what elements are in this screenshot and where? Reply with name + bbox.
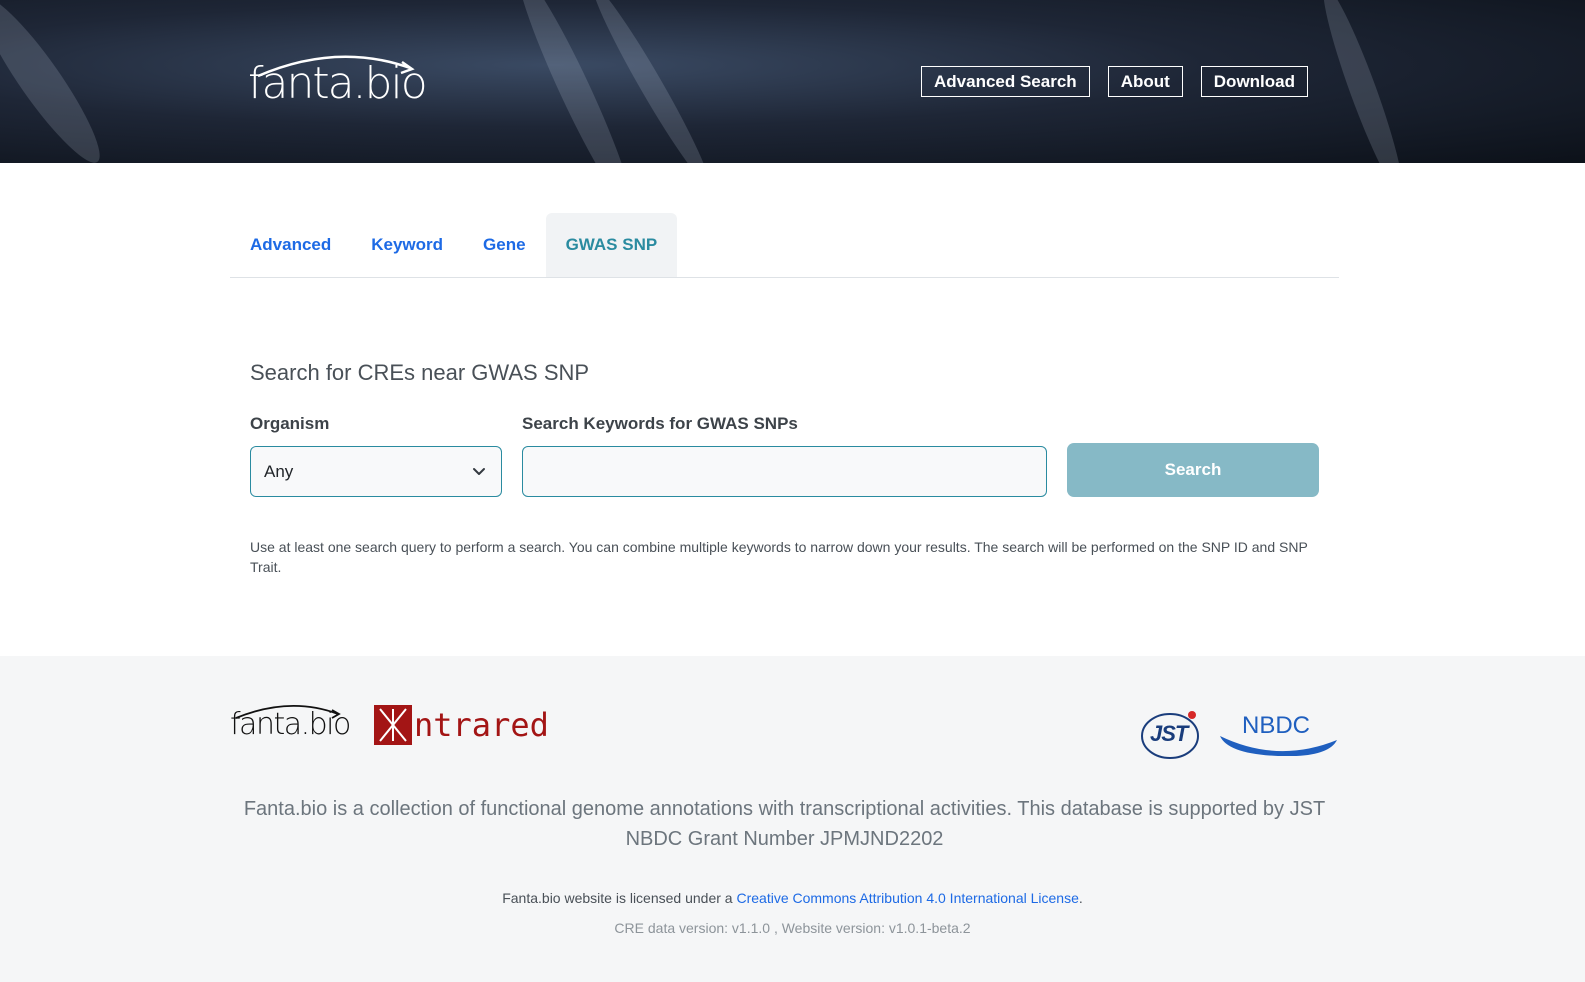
footer-nbdc-logo[interactable]: NBDC <box>1218 710 1339 756</box>
gwas-keywords-input[interactable] <box>522 446 1047 497</box>
advanced-search-nav-button[interactable]: Advanced Search <box>921 66 1090 97</box>
dna-decoration <box>0 0 114 163</box>
footer-jst-logo[interactable]: JST <box>1140 708 1202 760</box>
tab-gwas-snp[interactable]: GWAS SNP <box>545 213 678 277</box>
footer-fanta-bio-logo[interactable]: fanta.bio <box>230 702 351 748</box>
intrared-logo-text: ntrared <box>414 706 549 744</box>
footer-intrared-logo[interactable]: ntrared <box>374 705 549 745</box>
logo-text: fanta.bio <box>248 58 428 109</box>
about-nav-button[interactable]: About <box>1107 66 1183 97</box>
top-nav: Advanced Search About Download <box>921 66 1308 97</box>
license-link[interactable]: Creative Commons Attribution 4.0 Interna… <box>736 890 1078 906</box>
organism-select[interactable]: Any <box>250 446 502 497</box>
dna-decoration <box>1313 0 1413 163</box>
fanta-bio-logo[interactable]: fanta.bio <box>248 50 428 120</box>
license-suffix: . <box>1078 890 1083 906</box>
search-help-text: Use at least one search query to perform… <box>250 539 1308 575</box>
chevron-down-icon <box>473 468 485 475</box>
version-info: CRE data version: v1.1.0 , Website versi… <box>614 920 971 936</box>
download-nav-button[interactable]: Download <box>1200 66 1308 97</box>
search-button[interactable]: Search <box>1067 443 1319 497</box>
section-title: Search for CREs near GWAS SNP <box>250 360 590 385</box>
tab-keyword[interactable]: Keyword <box>351 213 463 277</box>
footer-description: Fanta.bio is a collection of functional … <box>243 798 1326 850</box>
license-prefix: Fanta.bio website is licensed under a <box>502 890 737 906</box>
jst-logo-text: JST <box>1150 721 1188 746</box>
header-banner: fanta.bio Advanced Search About Download <box>0 0 1585 163</box>
license-text: Fanta.bio website is licensed under a Cr… <box>0 890 1585 906</box>
keywords-label: Search Keywords for GWAS SNPs <box>522 414 798 433</box>
footer-fanta-logo-text: fanta.bio <box>230 707 351 742</box>
organism-select-value: Any <box>264 461 294 481</box>
intrared-mark-icon <box>374 705 412 745</box>
tab-advanced[interactable]: Advanced <box>230 213 351 277</box>
tab-gene[interactable]: Gene <box>463 213 546 277</box>
search-tabs: Advanced Keyword Gene GWAS SNP <box>230 213 1339 278</box>
nbdc-logo-text: NBDC <box>1242 712 1311 739</box>
organism-label: Organism <box>250 414 330 433</box>
